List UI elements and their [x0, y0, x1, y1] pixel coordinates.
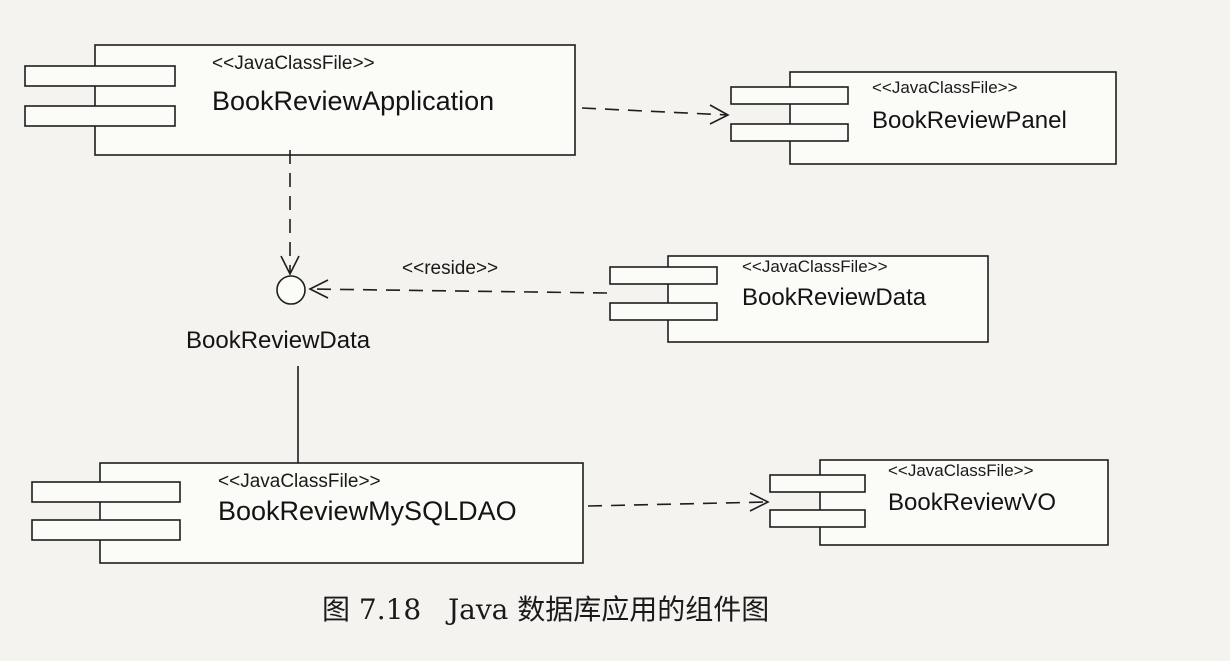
component-book-review-panel: <<JavaClassFile>> BookReviewPanel	[730, 71, 1117, 165]
component-name: BookReviewMySQLDAO	[218, 496, 517, 526]
component-book-review-application: <<JavaClassFile>> BookReviewApplication	[24, 44, 576, 156]
reside-relation: <<reside>>	[308, 258, 608, 299]
interface-name: BookReviewData	[186, 327, 371, 354]
interface-circle	[276, 275, 306, 305]
component-tab-bottom	[769, 509, 866, 528]
figure-caption: 图 7.18 Java 数据库应用的组件图	[322, 593, 769, 626]
component-tab-bottom	[31, 519, 181, 541]
component-book-review-mysqldao: <<JavaClassFile>> BookReviewMySQLDAO	[31, 462, 584, 564]
component-stereotype: <<JavaClassFile>>	[872, 78, 1018, 97]
component-tab-top	[24, 65, 176, 87]
reside-label: <<reside>>	[402, 258, 498, 279]
component-tab-bottom	[730, 123, 849, 142]
component-name: BookReviewApplication	[212, 86, 494, 116]
component-stereotype: <<JavaClassFile>>	[888, 461, 1034, 480]
reside-line	[309, 288, 608, 294]
component-name: BookReviewData	[742, 284, 927, 311]
component-name: BookReviewPanel	[872, 107, 1067, 134]
component-tab-bottom	[609, 302, 718, 321]
component-tab-top	[730, 86, 849, 105]
component-tab-top	[769, 474, 866, 493]
dependency-dao-to-vo	[587, 492, 770, 512]
component-tab-bottom	[24, 105, 176, 127]
component-stereotype: <<JavaClassFile>>	[742, 257, 888, 276]
component-tab-top	[609, 266, 718, 285]
dependency-app-to-interface	[280, 150, 300, 276]
dependency-line	[587, 501, 769, 507]
dependency-line	[581, 107, 729, 116]
component-stereotype: <<JavaClassFile>>	[212, 53, 375, 74]
interface-book-review-data: BookReviewData	[186, 275, 371, 354]
component-name: BookReviewVO	[888, 489, 1056, 516]
component-book-review-vo: <<JavaClassFile>> BookReviewVO	[769, 459, 1109, 546]
dependency-app-to-panel	[581, 104, 730, 125]
component-diagram: <<JavaClassFile>> BookReviewApplication …	[24, 44, 1117, 626]
component-tab-top	[31, 481, 181, 503]
component-stereotype: <<JavaClassFile>>	[218, 471, 381, 492]
component-book-review-data: <<JavaClassFile>> BookReviewData	[609, 255, 989, 343]
